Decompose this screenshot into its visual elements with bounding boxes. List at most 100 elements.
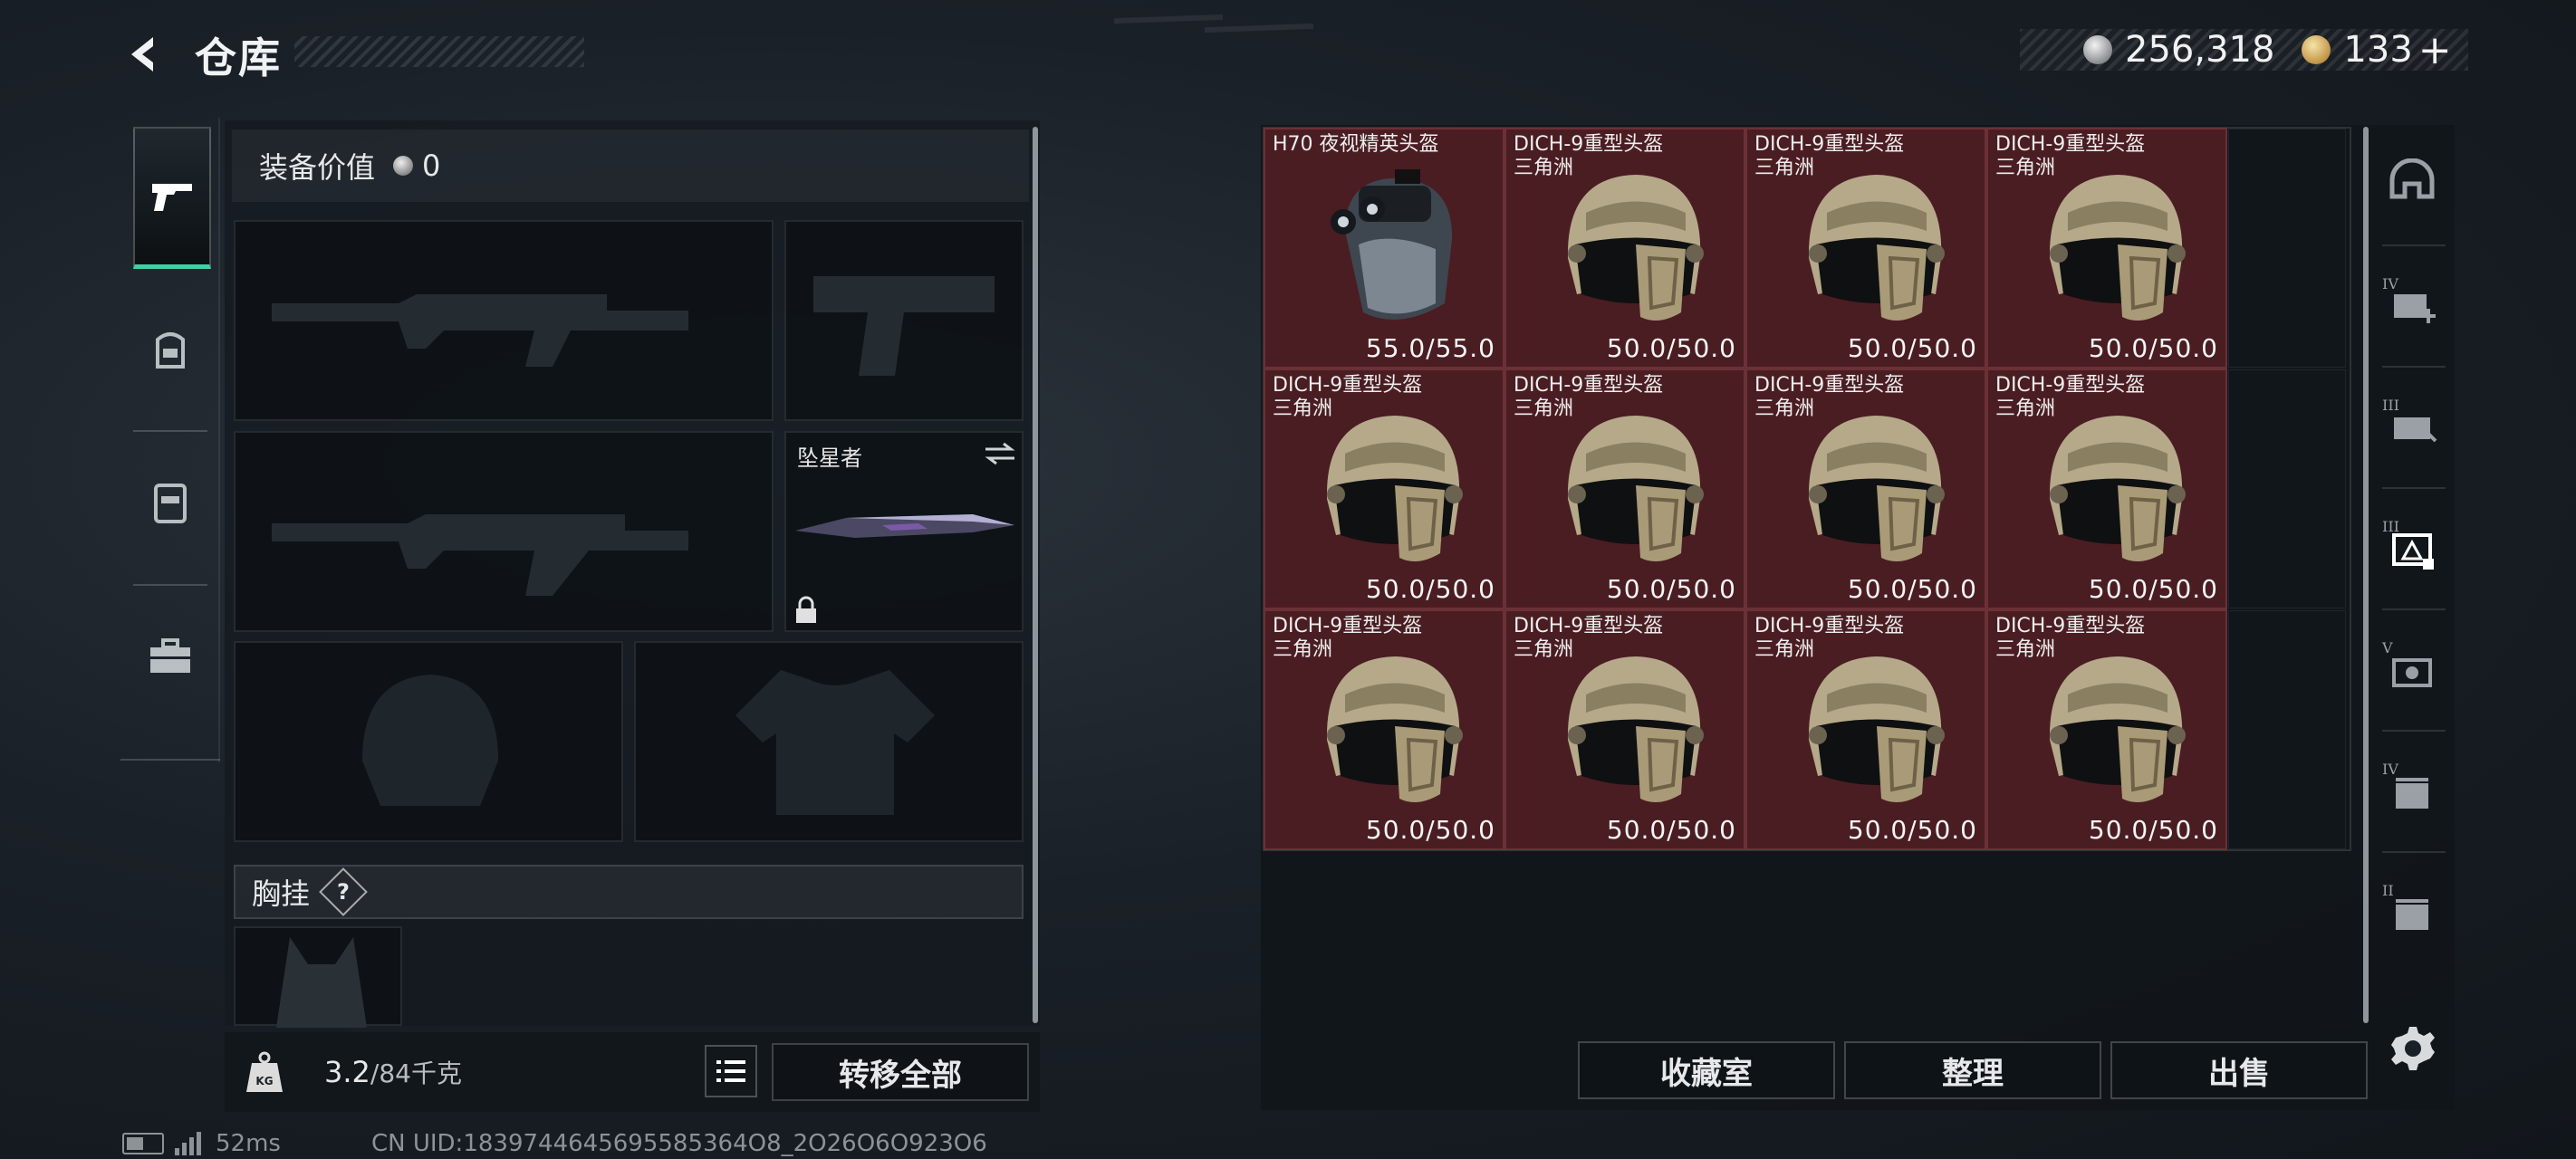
item-durability: 50.0/50.0 [2088,574,2218,604]
rail-divider [2382,487,2446,489]
help-button[interactable]: ? [319,867,368,916]
armor-slot[interactable] [634,641,1024,842]
helmet-icon [1326,656,1463,802]
sell-button[interactable]: 出售 [2110,1041,2368,1099]
rail-divider [2382,730,2446,732]
tier-label: III [2382,397,2399,414]
toolbox-icon [150,638,190,673]
item-durability: 55.0/55.0 [1365,333,1495,363]
stash-item-heavy-helmet[interactable]: DICH-9重型头盔 三角洲 50.0/50.0 [1745,369,1986,609]
stash-cell[interactable] [2228,610,2346,849]
max-weight: /84千克 [370,1058,462,1088]
stash-cell[interactable] [2228,369,2346,608]
stash-filter-tab-4[interactable]: V [2382,639,2446,703]
item-durability: 50.0/50.0 [1365,574,1495,604]
back-button[interactable] [118,27,172,81]
stash-filter-tab-1[interactable]: IV [2382,275,2446,339]
currency-bar: 256,318 133 + [2020,27,2468,73]
nvg-helmet-icon [1331,169,1453,320]
item-durability: 50.0/50.0 [1847,815,1977,845]
melee-slot[interactable]: 坠星者 [784,431,1024,632]
stash-filter-tab-0[interactable] [2382,154,2446,217]
weight-readout: 3.2/84千克 [324,1054,462,1090]
chest-rig-header: 胸挂 ? [234,865,1024,919]
tab-armor[interactable] [133,435,207,570]
stash-item-heavy-helmet[interactable]: DICH-9重型头盔 三角洲 50.0/50.0 [1504,128,1745,369]
current-weight: 3.2 [324,1055,370,1089]
battery-icon [122,1133,164,1154]
tab-helmet[interactable] [133,281,207,417]
stash-item-heavy-helmet[interactable]: DICH-9重型头盔 三角洲 50.0/50.0 [1986,128,2227,369]
item-durability: 50.0/50.0 [1365,815,1495,845]
item-name: H70 夜视精英头盔 [1273,133,1439,156]
item-name: DICH-9重型头盔 三角洲 [1754,615,1905,661]
equipment-value: 0 [422,148,441,183]
vest-icon [154,484,187,523]
stash-filter-tab-3[interactable]: III [2382,518,2446,581]
swap-icon[interactable] [984,440,1016,467]
tab-toolbox[interactable] [133,589,207,724]
transfer-all-button[interactable]: 转移全部 [772,1043,1029,1101]
silver-coin-icon [393,156,414,176]
stash-item-heavy-helmet[interactable]: DICH-9重型头盔 三角洲 50.0/50.0 [1745,609,1986,850]
stash-grid: H70 夜视精英头盔 55.0/55.0 DICH-9重型头盔 三角洲 50.0/50… [1263,127,2351,851]
helmet-slot[interactable] [234,641,623,842]
loadout-scrollbar[interactable] [1033,127,1038,1023]
settings-button[interactable] [2386,1021,2440,1076]
silver-coin-icon [2083,35,2112,64]
item-name: DICH-9重型头盔 三角洲 [1514,133,1664,179]
item-durability: 50.0/50.0 [1606,815,1736,845]
stash-item-heavy-helmet[interactable]: DICH-9重型头盔 三角洲 50.0/50.0 [1986,609,2227,850]
item-name: DICH-9重型头盔 三角洲 [1995,615,2146,661]
stash-item-heavy-helmet[interactable]: DICH-9重型头盔 三角洲 50.0/50.0 [1745,128,1986,369]
item-name: DICH-9重型头盔 三角洲 [1514,615,1664,661]
add-currency-button[interactable]: + [2418,27,2452,73]
helmet-icon [1808,175,1945,321]
stash-cell[interactable] [2228,129,2346,368]
stash-filter-tab-5[interactable]: IV [2382,761,2446,824]
stash-filter-tab-6[interactable]: II [2382,882,2446,945]
helmet-icon [2049,175,2186,321]
back-arrow-icon [131,37,153,72]
list-icon [716,1060,745,1082]
collection-button[interactable]: 收藏室 [1578,1041,1835,1099]
stash-item-heavy-helmet[interactable]: DICH-9重型头盔 三角洲 50.0/50.0 [1986,369,2227,609]
camera-icon [2392,658,2432,687]
silver-balance: 256,318 [2125,29,2275,71]
primary-weapon-slot[interactable] [234,220,774,421]
item-durability: 50.0/50.0 [1847,333,1977,363]
stash-item-heavy-helmet[interactable]: DICH-9重型头盔 三角洲 50.0/50.0 [1264,369,1504,609]
status-bar: 52ms CN UID:1839744645695585364O8_2O26O6… [122,1130,987,1157]
gold-balance: 133 [2343,29,2413,71]
helmet-icon [1567,175,1704,321]
secondary-weapon-slot[interactable] [784,220,1024,421]
organize-button[interactable]: 整理 [1844,1041,2101,1099]
chest-rig-slot[interactable] [234,926,402,1028]
stash-item-nvg-helmet[interactable]: H70 夜视精英头盔 55.0/55.0 [1264,128,1504,369]
svg-text:KG: KG [255,1075,273,1087]
rail-divider [2382,366,2446,368]
stash-item-heavy-helmet[interactable]: DICH-9重型头盔 三角洲 50.0/50.0 [1504,369,1745,609]
item-name: DICH-9重型头盔 三角洲 [1995,374,2146,420]
equipment-value-row: 装备价值 0 [232,129,1029,202]
gear-icon [2391,1027,2435,1070]
helmet-icon [1808,656,1945,802]
stash-item-heavy-helmet[interactable]: DICH-9重型头盔 三角洲 50.0/50.0 [1504,609,1745,850]
user-id: CN UID:1839744645695585364O8_2O26O6O923O… [370,1130,987,1157]
pistol-icon [152,184,192,211]
rail-divider [2382,244,2446,246]
stash-item-heavy-helmet[interactable]: DICH-9重型头盔 三角洲 50.0/50.0 [1264,609,1504,850]
backpack-icon [156,332,185,369]
list-view-button[interactable] [705,1045,757,1097]
item-durability: 50.0/50.0 [1847,574,1977,604]
item-name: DICH-9重型头盔 三角洲 [1754,374,1905,420]
item-name: DICH-9重型头盔 三角洲 [1273,615,1423,661]
melee-name: 坠星者 [797,445,862,471]
secondary-rifle-slot[interactable] [234,431,774,632]
tab-weapons[interactable] [133,127,211,269]
item-durability: 50.0/50.0 [1606,333,1736,363]
tier-label: III [2382,518,2399,535]
item-durability: 50.0/50.0 [2088,815,2218,845]
stash-filter-tab-2[interactable]: III [2382,397,2446,460]
container-icon [2396,899,2428,930]
